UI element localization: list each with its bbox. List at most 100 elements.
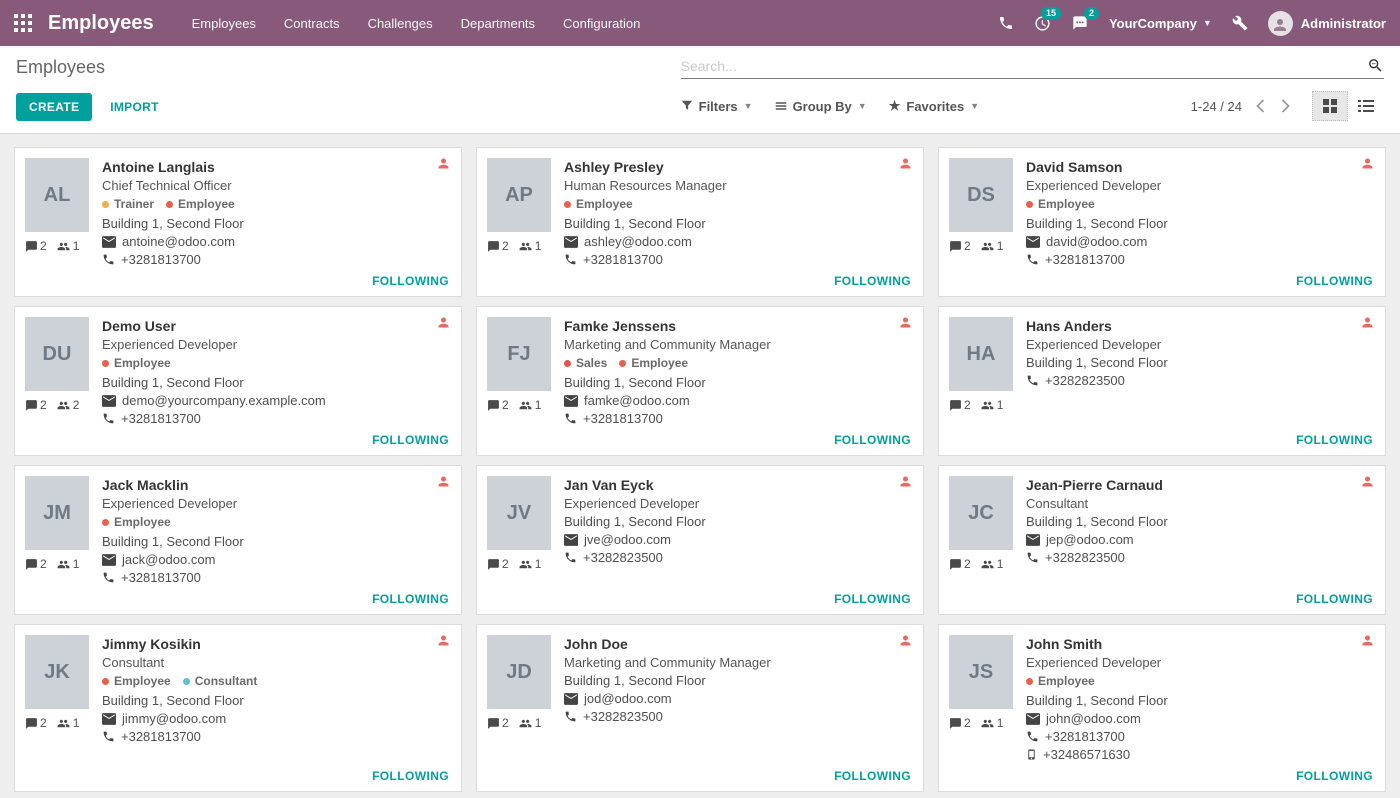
following-button[interactable]: FOLLOWING [1296, 592, 1373, 606]
pager-previous-button[interactable] [1256, 99, 1265, 113]
email-row[interactable]: jod@odoo.com [564, 691, 913, 706]
email-row[interactable]: david@odoo.com [1026, 234, 1375, 249]
search-input[interactable] [681, 58, 1367, 74]
email-row[interactable]: jep@odoo.com [1026, 532, 1375, 547]
employee-card[interactable]: FJ 2 1 Famke Jenssens Marketing and Comm… [476, 306, 924, 456]
hr-presence-icon[interactable] [436, 315, 451, 330]
company-switcher[interactable]: YourCompany ▼ [1109, 16, 1212, 31]
employee-card[interactable]: AL 2 1 Antoine Langlais Chief Technical … [14, 147, 462, 297]
chat-icon [487, 399, 500, 412]
kanban-view: AL 2 1 Antoine Langlais Chief Technical … [0, 134, 1400, 798]
email-row[interactable]: ashley@odoo.com [564, 234, 913, 249]
phone-row[interactable]: +3281813700 [1026, 252, 1375, 267]
email-row[interactable]: jve@odoo.com [564, 532, 913, 547]
voip-phone-icon[interactable] [998, 15, 1014, 31]
employee-card[interactable]: JK 2 1 Jimmy Kosikin Consultant Employee… [14, 624, 462, 792]
mobile-row[interactable]: +32486571630 [1026, 747, 1375, 762]
followers-icon [56, 240, 71, 253]
hr-presence-icon[interactable] [898, 633, 913, 648]
employee-card[interactable]: DU 2 2 Demo User Experienced Developer E… [14, 306, 462, 456]
following-button[interactable]: FOLLOWING [834, 769, 911, 783]
employee-card[interactable]: HA 2 1 Hans Anders Experienced Developer… [938, 306, 1386, 456]
following-button[interactable]: FOLLOWING [1296, 274, 1373, 288]
filters-button[interactable]: Filters ▼ [681, 99, 753, 114]
favorites-button[interactable]: ★ Favorites ▼ [889, 98, 979, 114]
menu-contracts[interactable]: Contracts [272, 9, 352, 38]
menu-challenges[interactable]: Challenges [356, 9, 445, 38]
pager-value[interactable]: 1-24 / 24 [1191, 99, 1242, 114]
phone-row[interactable]: +3281813700 [102, 729, 451, 744]
employee-card[interactable]: JV 2 1 Jan Van Eyck Experienced Develope… [476, 465, 924, 615]
phone-row[interactable]: +3281813700 [102, 570, 451, 585]
hr-presence-icon[interactable] [436, 156, 451, 171]
apps-menu-icon[interactable] [14, 14, 32, 32]
email-row[interactable]: jack@odoo.com [102, 552, 451, 567]
employee-card[interactable]: AP 2 1 Ashley Presley Human Resources Ma… [476, 147, 924, 297]
list-view-button[interactable] [1348, 91, 1384, 121]
hr-presence-icon[interactable] [436, 474, 451, 489]
following-button[interactable]: FOLLOWING [372, 592, 449, 606]
hr-presence-icon[interactable] [898, 315, 913, 330]
phone-icon [102, 253, 115, 266]
user-name: Administrator [1301, 16, 1386, 31]
user-menu[interactable]: Administrator [1268, 11, 1386, 36]
follower-count: 1 [56, 557, 80, 571]
phone-row[interactable]: +3281813700 [564, 252, 913, 267]
import-button[interactable]: IMPORT [110, 100, 158, 114]
debug-tools-icon[interactable] [1232, 15, 1248, 31]
chevron-down-icon: ▼ [858, 101, 867, 111]
hr-presence-icon[interactable] [898, 156, 913, 171]
menu-configuration[interactable]: Configuration [551, 9, 652, 38]
phone-icon [1026, 374, 1039, 387]
phone-icon [564, 253, 577, 266]
messages-icon[interactable]: 2 [1071, 15, 1089, 31]
employee-card[interactable]: DS 2 1 David Samson Experienced Develope… [938, 147, 1386, 297]
employee-card[interactable]: JS 2 1 John Smith Experienced Developer … [938, 624, 1386, 792]
employee-card[interactable]: JD 2 1 John Doe Marketing and Community … [476, 624, 924, 792]
hr-presence-icon[interactable] [1360, 474, 1375, 489]
following-button[interactable]: FOLLOWING [1296, 433, 1373, 447]
employee-card[interactable]: JM 2 1 Jack Macklin Experienced Develope… [14, 465, 462, 615]
search-icon[interactable] [1367, 57, 1384, 74]
following-button[interactable]: FOLLOWING [372, 274, 449, 288]
email-row[interactable]: famke@odoo.com [564, 393, 913, 408]
chat-icon [949, 240, 962, 253]
following-button[interactable]: FOLLOWING [834, 592, 911, 606]
following-button[interactable]: FOLLOWING [834, 274, 911, 288]
phone-row[interactable]: +3281813700 [102, 252, 451, 267]
kanban-view-button[interactable] [1312, 91, 1348, 121]
star-icon: ★ [889, 98, 901, 114]
following-button[interactable]: FOLLOWING [834, 433, 911, 447]
menu-departments[interactable]: Departments [449, 9, 547, 38]
email-row[interactable]: antoine@odoo.com [102, 234, 451, 249]
hr-presence-icon[interactable] [436, 633, 451, 648]
hr-presence-icon[interactable] [1360, 156, 1375, 171]
create-button[interactable]: CREATE [16, 93, 92, 121]
email-row[interactable]: john@odoo.com [1026, 711, 1375, 726]
hr-presence-icon[interactable] [1360, 633, 1375, 648]
phone-row[interactable]: +3282823500 [564, 709, 913, 724]
phone-row[interactable]: +3282823500 [1026, 373, 1375, 388]
phone-row[interactable]: +3282823500 [1026, 550, 1375, 565]
search-box [681, 57, 1384, 79]
phone-row[interactable]: +3282823500 [564, 550, 913, 565]
phone-row[interactable]: +3281813700 [564, 411, 913, 426]
phone-row[interactable]: +3281813700 [1026, 729, 1375, 744]
following-button[interactable]: FOLLOWING [372, 769, 449, 783]
activities-icon[interactable]: 15 [1034, 15, 1051, 32]
employee-card[interactable]: JC 2 1 Jean-Pierre Carnaud Consultant Bu… [938, 465, 1386, 615]
hr-presence-icon[interactable] [1360, 315, 1375, 330]
hr-presence-icon[interactable] [898, 474, 913, 489]
following-button[interactable]: FOLLOWING [1296, 769, 1373, 783]
pager-next-button[interactable] [1281, 99, 1290, 113]
phone-row[interactable]: +3281813700 [102, 411, 451, 426]
followers-icon [56, 717, 71, 730]
tag-dot [102, 360, 109, 367]
email-row[interactable]: jimmy@odoo.com [102, 711, 451, 726]
menu-employees[interactable]: Employees [180, 9, 268, 38]
group-by-button[interactable]: Group By ▼ [775, 99, 867, 114]
tag-list: Employee [102, 356, 451, 370]
following-button[interactable]: FOLLOWING [372, 433, 449, 447]
email-row[interactable]: demo@yourcompany.example.com [102, 393, 451, 408]
follower-count: 1 [518, 239, 542, 253]
